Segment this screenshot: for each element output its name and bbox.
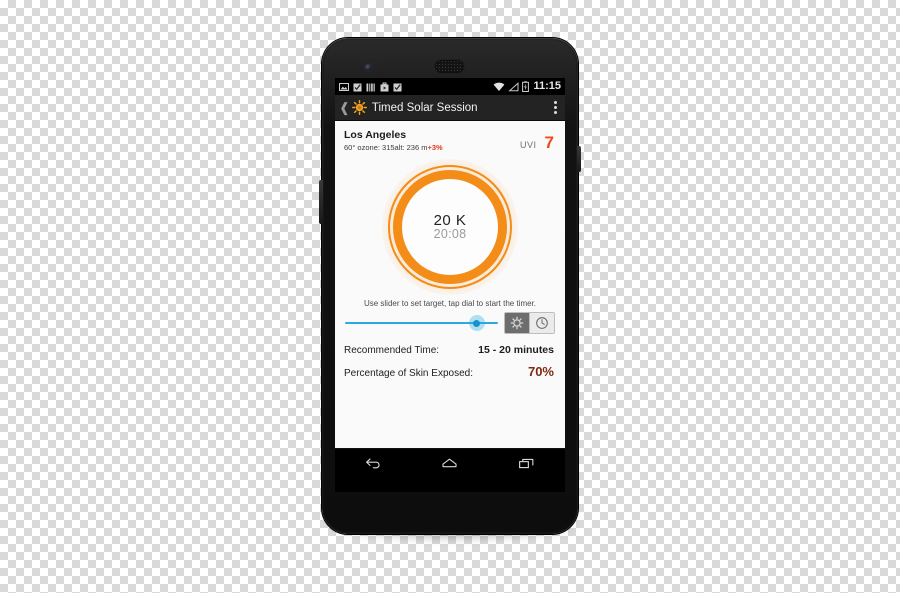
slider-thumb[interactable] bbox=[473, 319, 481, 327]
sun-icon bbox=[351, 100, 367, 115]
uvi-value: 7 bbox=[544, 133, 554, 152]
info-row-skin-exposed: Percentage of Skin Exposed: 70% bbox=[344, 364, 556, 379]
clock-icon bbox=[536, 317, 548, 330]
info-value: 15 - 20 minutes bbox=[478, 344, 554, 357]
slider-row bbox=[335, 308, 565, 335]
image-icon bbox=[339, 82, 349, 91]
home-nav-button[interactable] bbox=[430, 451, 470, 475]
dial-center-readout: 20 K 20:08 bbox=[335, 156, 565, 298]
bars-icon bbox=[366, 83, 375, 91]
battery-charging-icon bbox=[522, 81, 530, 92]
recents-nav-icon bbox=[519, 458, 534, 468]
status-bar-right-icons: 11:15 bbox=[493, 81, 561, 92]
proximity-sensor bbox=[520, 66, 524, 70]
back-nav-icon bbox=[365, 457, 380, 468]
timer-dial[interactable]: 20 K 20:08 bbox=[335, 156, 565, 298]
recents-nav-button[interactable] bbox=[507, 451, 547, 475]
app-title: Timed Solar Session bbox=[371, 101, 478, 114]
dial-value: 20 K bbox=[433, 211, 467, 229]
status-bar-left-icons bbox=[339, 82, 402, 92]
briefcase-icon bbox=[380, 82, 389, 91]
sun-gear-icon bbox=[510, 316, 524, 330]
mode-toggle-group bbox=[504, 312, 555, 335]
hint-text: Use slider to set target, tap dial to st… bbox=[363, 299, 537, 309]
front-camera bbox=[365, 64, 372, 71]
app-bar: ❰ Timed Solar Session bbox=[335, 95, 565, 121]
uvi-label: UVI bbox=[520, 140, 537, 150]
city-name: Los Angeles bbox=[344, 129, 407, 141]
info-label: Percentage of Skin Exposed: bbox=[344, 368, 473, 380]
sun-mode-button[interactable] bbox=[505, 313, 529, 334]
location-detail-delta: +3% bbox=[427, 142, 443, 152]
status-bar: 11:15 bbox=[335, 78, 565, 95]
light-sensor bbox=[532, 67, 535, 70]
timer-mode-button[interactable] bbox=[529, 313, 554, 334]
phone-device: 11:15 ❰ Timed Solar Session Los Angeles … bbox=[319, 38, 581, 534]
app-content: Los Angeles 60° ozone: 315alt: 236 m+3% … bbox=[335, 121, 565, 477]
uvi-block: UVI 7 bbox=[520, 129, 556, 151]
checkbox-icon bbox=[353, 83, 362, 91]
dial-time: 20:08 bbox=[433, 227, 467, 242]
overflow-menu-icon[interactable] bbox=[551, 99, 560, 116]
back-nav-button[interactable] bbox=[353, 451, 393, 475]
power-button[interactable] bbox=[577, 146, 581, 172]
earpiece-speaker bbox=[435, 60, 464, 73]
status-bar-clock: 11:15 bbox=[533, 80, 561, 92]
info-rows: Recommended Time: 15 - 20 minutes Percen… bbox=[335, 334, 565, 379]
page-background: 11:15 ❰ Timed Solar Session Los Angeles … bbox=[0, 0, 900, 593]
location-block: Los Angeles 60° ozone: 315alt: 236 m+3% bbox=[344, 129, 520, 152]
info-label: Recommended Time: bbox=[344, 345, 440, 357]
home-nav-icon bbox=[442, 458, 458, 467]
location-header: Los Angeles 60° ozone: 315alt: 236 m+3% … bbox=[335, 121, 565, 152]
android-nav-bar bbox=[335, 448, 565, 477]
checkbox-icon bbox=[393, 83, 402, 91]
location-detail-prefix: 60° ozone: 315alt: 236 m bbox=[344, 142, 428, 152]
volume-rocker-button[interactable] bbox=[319, 180, 323, 224]
back-chevron-icon[interactable]: ❰ bbox=[338, 101, 351, 114]
info-value: 70% bbox=[527, 364, 554, 380]
phone-screen: 11:15 ❰ Timed Solar Session Los Angeles … bbox=[335, 78, 565, 492]
signal-icon bbox=[508, 81, 519, 91]
location-detail: 60° ozone: 315alt: 236 m+3% bbox=[344, 143, 520, 153]
info-row-recommended-time: Recommended Time: 15 - 20 minutes bbox=[344, 344, 556, 356]
wifi-icon bbox=[494, 82, 505, 91]
target-slider[interactable] bbox=[345, 314, 498, 332]
